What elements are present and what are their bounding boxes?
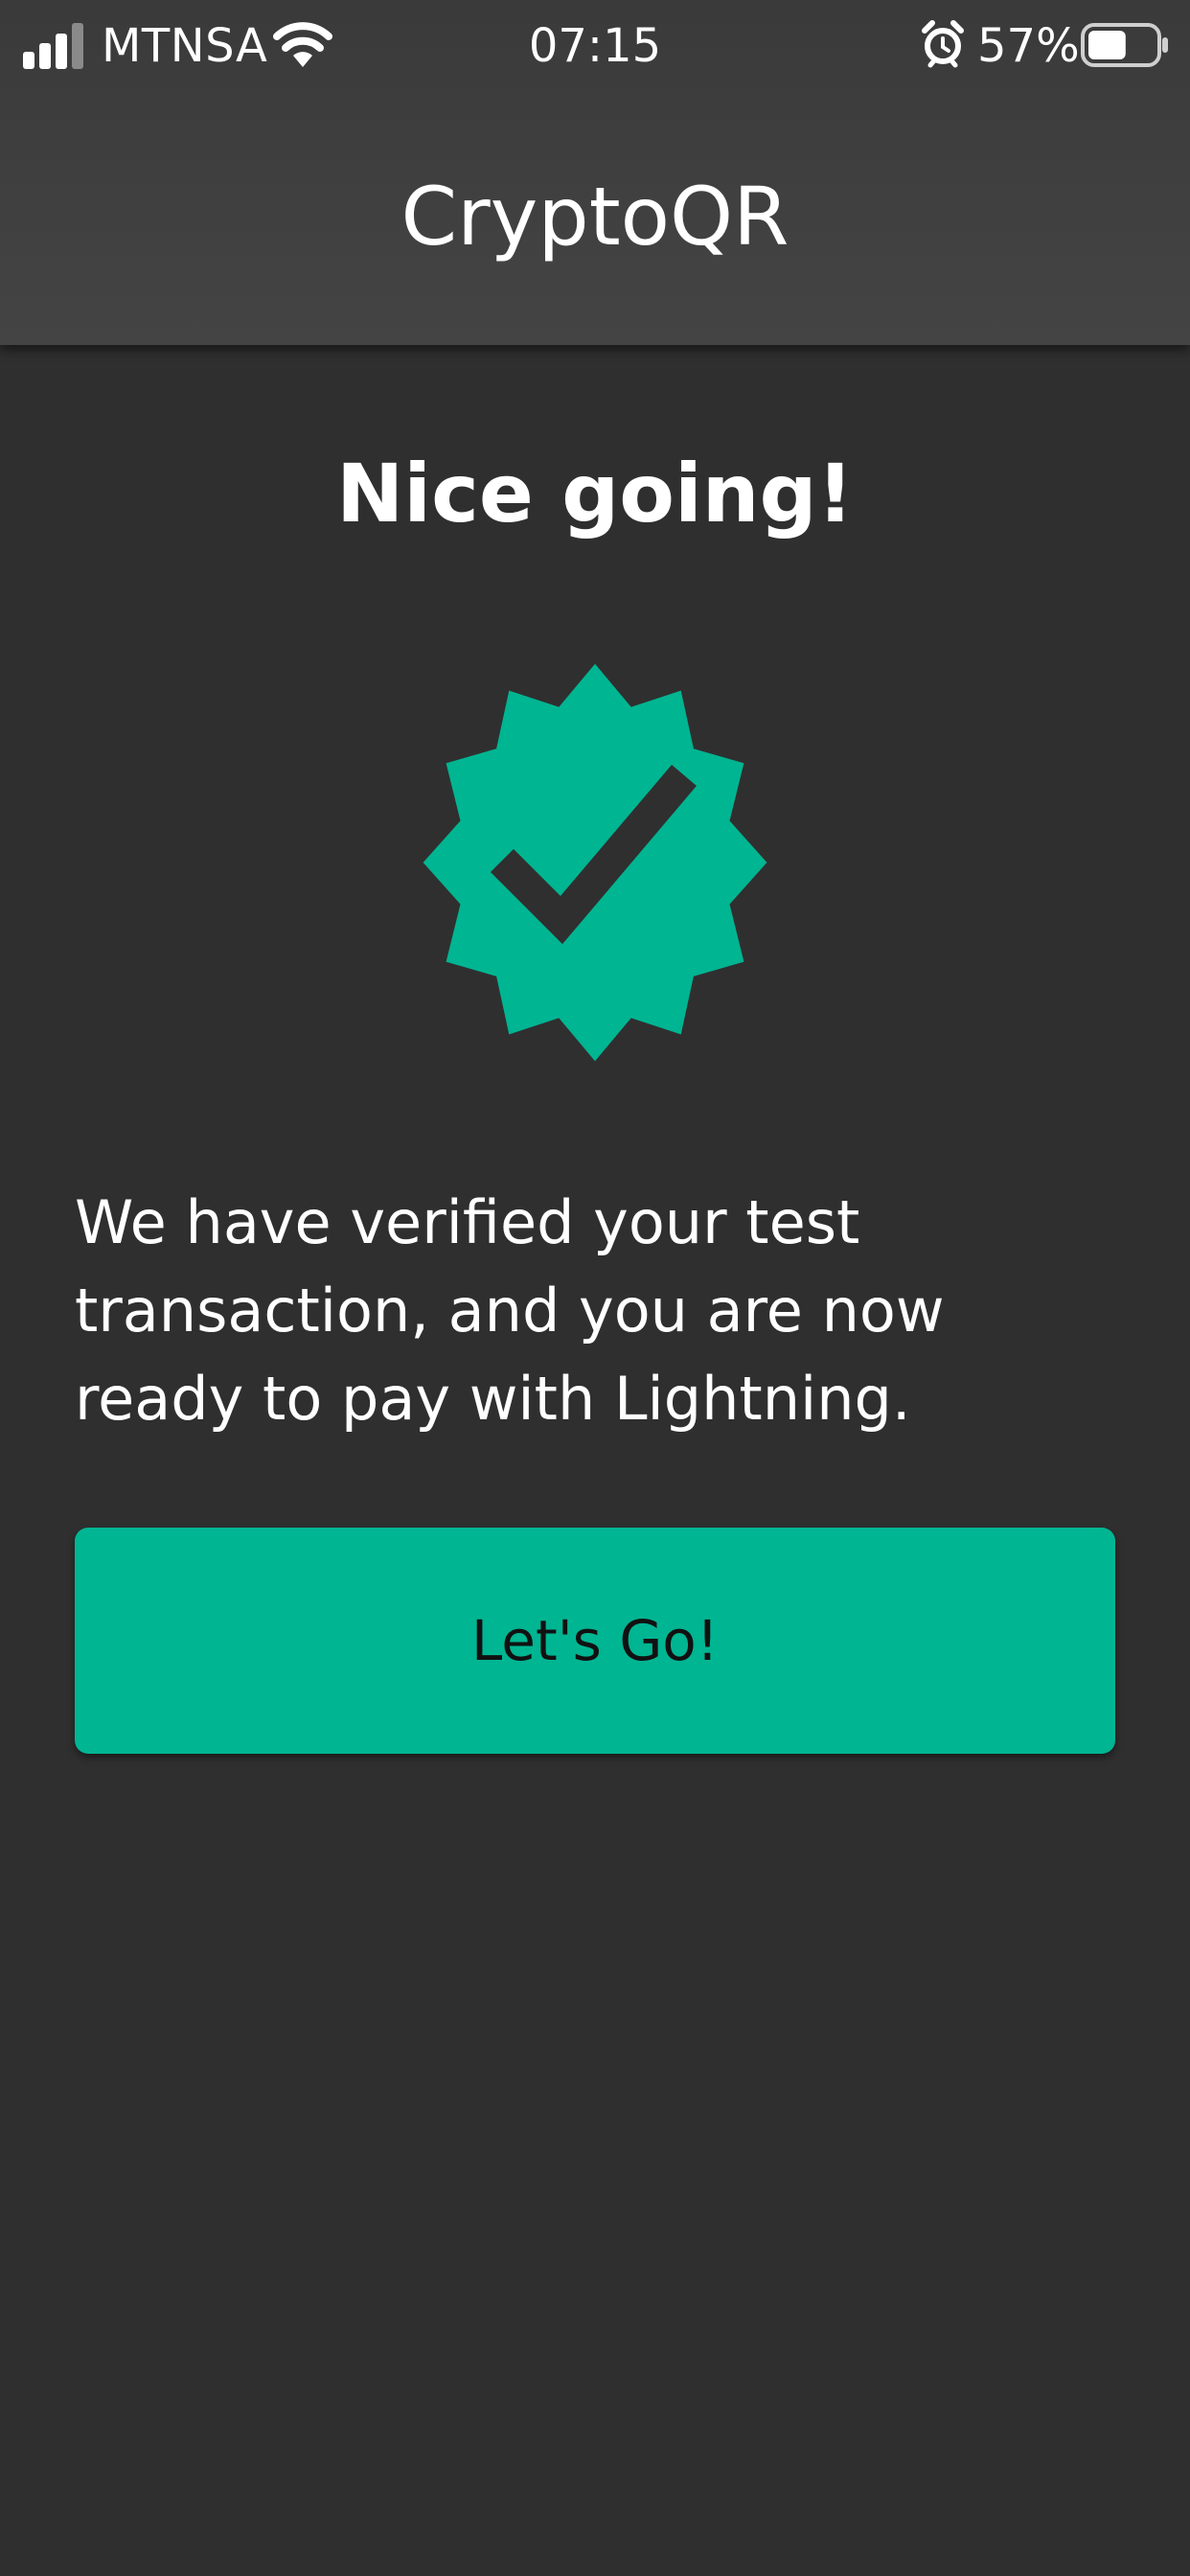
top-bar: MTNSA 07:15 57% CryptoQR [0,0,1190,345]
battery-fill [1088,31,1126,59]
verified-badge-icon [423,663,767,1062]
success-headline: Nice going! [336,447,854,540]
status-bar: MTNSA 07:15 57% [0,0,1190,92]
lets-go-button[interactable]: Let's Go! [75,1528,1115,1754]
main-content: Nice going! We have verified your test t… [0,345,1190,2576]
battery-percentage: 57% [977,19,1080,73]
verification-message: We have verified your test transaction, … [75,1187,945,1434]
battery-icon [1081,23,1168,67]
app-title: CryptoQR [400,170,790,264]
alarm-icon [922,20,964,68]
app-header: CryptoQR [0,92,1190,345]
verification-success-screen: MTNSA 07:15 57% CryptoQR Nice going! We … [0,0,1190,2576]
